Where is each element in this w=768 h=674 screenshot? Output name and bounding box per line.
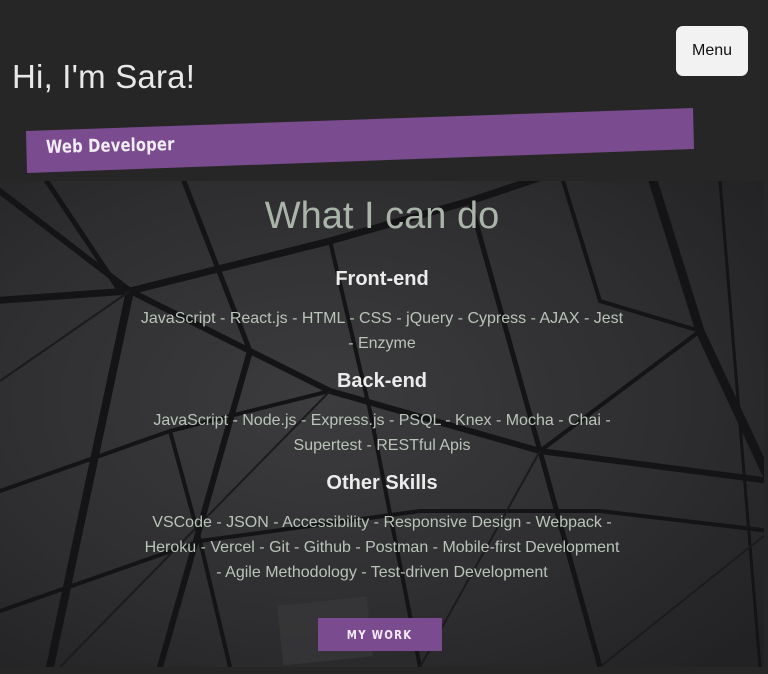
other-skills-list: VSCode - JSON - Accessibility - Responsi… <box>144 514 620 581</box>
skills-section: What I can do Front-end JavaScript - Rea… <box>0 181 764 667</box>
role-label: Web Developer <box>45 134 175 158</box>
back-end-skill-list: JavaScript - Node.js - Express.js - PSQL… <box>153 412 611 454</box>
my-work-button[interactable]: MY WORK <box>318 618 442 651</box>
greeting-heading: Hi, I'm Sara! <box>12 58 196 95</box>
front-end-skill-list: JavaScript - React.js - HTML - CSS - jQu… <box>140 310 624 352</box>
portfolio-page: What I can do Front-end JavaScript - Rea… <box>0 0 768 674</box>
back-end-heading: Back-end <box>336 370 428 392</box>
front-end-heading: Front-end <box>335 268 429 290</box>
other-skills-heading: Other Skills <box>326 472 438 494</box>
menu-button[interactable]: Menu <box>676 26 748 76</box>
my-work-label: MY WORK <box>347 627 413 642</box>
skills-title: What I can do <box>264 195 500 237</box>
